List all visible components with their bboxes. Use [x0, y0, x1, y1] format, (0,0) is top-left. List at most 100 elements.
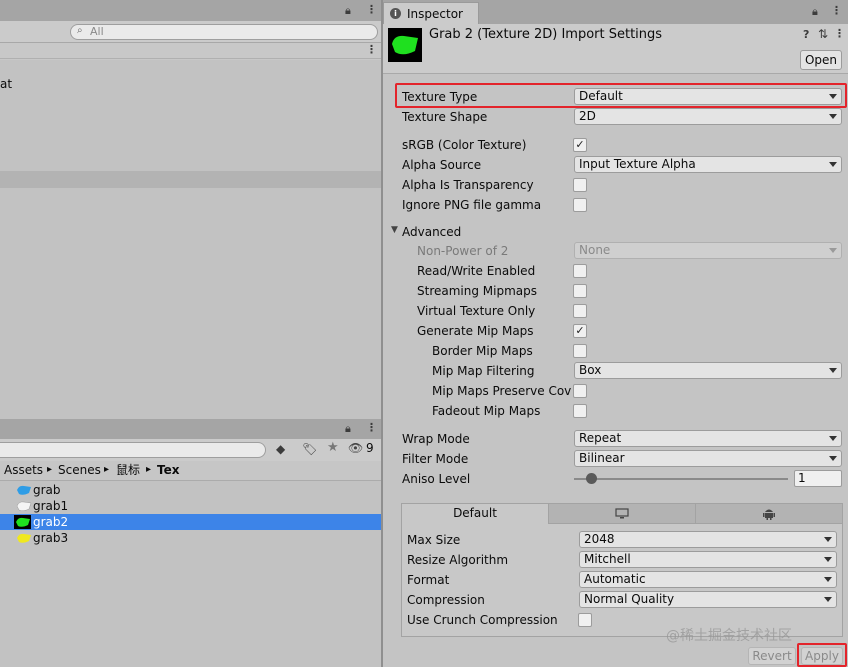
- texture-thumbnail-icon: [14, 515, 31, 529]
- list-item-label: grab1: [33, 499, 69, 513]
- favorite-star-icon[interactable]: ★: [327, 441, 339, 455]
- tab-android-platform[interactable]: [696, 504, 842, 524]
- chevron-down-icon: [824, 597, 832, 602]
- eye-slash-icon: 👁︎: [348, 441, 364, 455]
- project-header-strip: [0, 419, 381, 439]
- revert-button[interactable]: Revert: [748, 647, 796, 665]
- hidden-packages-toggle[interactable]: 👁︎ 9: [348, 441, 378, 457]
- resize-algorithm-label: Resize Algorithm: [407, 553, 509, 567]
- preserve-coverage-checkbox[interactable]: [573, 384, 587, 398]
- aniso-slider-thumb[interactable]: [586, 473, 597, 484]
- filter-by-type-icon[interactable]: ◆: [276, 442, 285, 456]
- virtual-texture-label: Virtual Texture Only: [417, 304, 536, 318]
- fadeout-checkbox[interactable]: [573, 404, 587, 418]
- border-mip-checkbox[interactable]: [573, 344, 587, 358]
- settings-menu-icon[interactable]: ⋮: [834, 27, 845, 41]
- breadcrumb-scenes[interactable]: Scenes: [58, 462, 101, 478]
- advanced-foldout[interactable]: ▼ Advanced: [389, 224, 509, 240]
- format-dropdown[interactable]: Automatic: [579, 571, 837, 588]
- read-write-label: Read/Write Enabled: [417, 264, 536, 278]
- tab-default-platform[interactable]: Default: [402, 504, 549, 524]
- help-icon[interactable]: ?: [803, 28, 809, 42]
- list-item-label: grab3: [33, 531, 69, 545]
- mip-filtering-value: Box: [579, 363, 602, 377]
- list-item[interactable]: grab: [0, 482, 381, 498]
- aniso-level-value: 1: [798, 471, 806, 485]
- lock-icon[interactable]: 🔒︎: [345, 4, 351, 18]
- filter-by-label-icon[interactable]: 🏷︎: [302, 442, 317, 456]
- generate-mip-label: Generate Mip Maps: [417, 324, 534, 338]
- filter-mode-value: Bilinear: [579, 451, 625, 465]
- tab-standalone-platform[interactable]: [549, 504, 696, 524]
- max-size-label: Max Size: [407, 533, 461, 547]
- foldout-arrow-icon: ▼: [391, 225, 398, 235]
- wrap-mode-label: Wrap Mode: [402, 432, 470, 446]
- kebab-menu-icon[interactable]: ⋮: [366, 3, 377, 17]
- texture-type-highlight: [395, 83, 847, 108]
- max-size-value: 2048: [584, 532, 615, 546]
- texture-thumbnail-icon: [16, 501, 32, 512]
- compression-dropdown[interactable]: Normal Quality: [579, 591, 837, 608]
- breadcrumb-assets[interactable]: Assets: [4, 462, 43, 478]
- chevron-down-icon: [829, 114, 837, 119]
- streaming-label: Streaming Mipmaps: [417, 284, 538, 298]
- read-write-checkbox[interactable]: [573, 264, 587, 278]
- list-item[interactable]: grab1: [0, 498, 381, 514]
- max-size-dropdown[interactable]: 2048: [579, 531, 837, 548]
- aniso-slider[interactable]: [574, 472, 788, 486]
- kebab-menu-icon[interactable]: ⋮: [831, 4, 842, 18]
- alpha-transparency-checkbox[interactable]: [573, 178, 587, 192]
- breadcrumb-separator: ▸: [146, 464, 152, 475]
- project-lock-icon[interactable]: 🔒︎: [345, 422, 351, 436]
- alpha-transparency-label: Alpha Is Transparency: [402, 178, 534, 192]
- chevron-down-icon: [824, 537, 832, 542]
- alpha-source-label: Alpha Source: [402, 158, 482, 172]
- breadcrumb-folder[interactable]: 鼠标: [116, 462, 140, 478]
- breadcrumb-current[interactable]: Tex: [157, 462, 179, 478]
- filter-mode-dropdown[interactable]: Bilinear: [574, 450, 842, 467]
- list-item-selected[interactable]: grab2: [0, 514, 381, 530]
- preset-icon[interactable]: ⇅: [818, 27, 828, 41]
- virtual-texture-checkbox[interactable]: [573, 304, 587, 318]
- aniso-level-field[interactable]: 1: [794, 470, 842, 487]
- ignore-png-label: Ignore PNG file gamma: [402, 198, 542, 212]
- format-label: Format: [407, 573, 450, 587]
- chevron-down-icon: [824, 577, 832, 582]
- advanced-label: Advanced: [402, 225, 462, 239]
- mip-filtering-label: Mip Map Filtering: [432, 364, 535, 378]
- hierarchy-search-input[interactable]: ⌕ All: [70, 24, 378, 40]
- chevron-down-icon: [824, 557, 832, 562]
- info-icon: i: [390, 8, 401, 19]
- hierarchy-options-icon[interactable]: ⋮: [366, 43, 377, 57]
- chevron-down-icon: [829, 162, 837, 167]
- texture-shape-dropdown[interactable]: 2D: [574, 108, 842, 125]
- search-icon: ⌕: [77, 25, 83, 36]
- open-button[interactable]: Open: [800, 50, 842, 70]
- tab-default-label: Default: [453, 506, 497, 520]
- list-item[interactable]: grab3: [0, 530, 381, 546]
- generate-mip-checkbox[interactable]: ✓: [573, 324, 587, 338]
- texture-thumbnail-icon: [17, 533, 31, 543]
- tab-inspector[interactable]: i Inspector: [383, 2, 479, 24]
- chevron-down-icon: [829, 456, 837, 461]
- srgb-checkbox[interactable]: ✓: [573, 138, 587, 152]
- hierarchy-partial-text: at: [0, 77, 13, 91]
- streaming-checkbox[interactable]: [573, 284, 587, 298]
- project-search-input[interactable]: [0, 442, 266, 458]
- hierarchy-header-strip: [0, 0, 381, 21]
- asset-thumbnail: [388, 28, 422, 62]
- texture-thumbnail-icon: [17, 485, 31, 495]
- search-placeholder: All: [90, 25, 104, 38]
- project-kebab-icon[interactable]: ⋮: [366, 421, 377, 435]
- monitor-icon: [615, 508, 629, 519]
- lock-icon[interactable]: 🔒︎: [812, 5, 818, 19]
- alpha-source-value: Input Texture Alpha: [579, 157, 696, 171]
- wrap-mode-dropdown[interactable]: Repeat: [574, 430, 842, 447]
- ignore-png-checkbox[interactable]: [573, 198, 587, 212]
- alpha-source-dropdown[interactable]: Input Texture Alpha: [574, 156, 842, 173]
- filter-mode-label: Filter Mode: [402, 452, 469, 466]
- resize-algorithm-dropdown[interactable]: Mitchell: [579, 551, 837, 568]
- mip-filtering-dropdown[interactable]: Box: [574, 362, 842, 379]
- fadeout-label: Fadeout Mip Maps: [432, 404, 541, 418]
- crunch-checkbox[interactable]: [578, 613, 592, 627]
